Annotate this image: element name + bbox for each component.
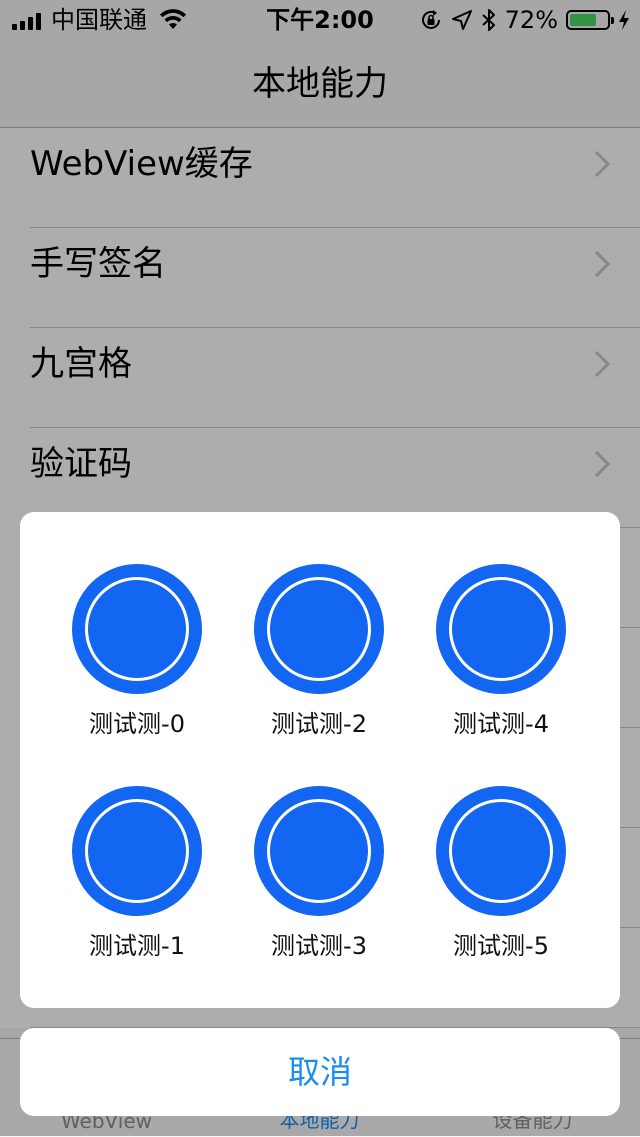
action-item-1[interactable]: 测试测-1: [47, 786, 227, 986]
cancel-button[interactable]: 取消: [20, 1028, 620, 1116]
action-grid: 测试测-0 测试测-2 测试测-4 测试测-1 测试测-3 测试测-5: [20, 512, 620, 1008]
action-item-label: 测试测-4: [453, 710, 549, 738]
action-item-label: 测试测-0: [89, 710, 185, 738]
action-item-label: 测试测-5: [453, 932, 549, 960]
action-item-2[interactable]: 测试测-2: [229, 564, 409, 764]
action-item-0[interactable]: 测试测-0: [47, 564, 227, 764]
circle-button-icon[interactable]: [254, 786, 384, 916]
action-item-3[interactable]: 测试测-3: [229, 786, 409, 986]
action-item-label: 测试测-3: [271, 932, 367, 960]
circle-button-icon[interactable]: [72, 786, 202, 916]
circle-button-icon[interactable]: [72, 564, 202, 694]
action-item-label: 测试测-2: [271, 710, 367, 738]
circle-button-icon[interactable]: [254, 564, 384, 694]
action-item-4[interactable]: 测试测-4: [411, 564, 591, 764]
action-sheet: 测试测-0 测试测-2 测试测-4 测试测-1 测试测-3 测试测-5: [20, 512, 620, 1008]
action-item-5[interactable]: 测试测-5: [411, 786, 591, 986]
action-item-label: 测试测-1: [89, 932, 185, 960]
circle-button-icon[interactable]: [436, 564, 566, 694]
circle-button-icon[interactable]: [436, 786, 566, 916]
